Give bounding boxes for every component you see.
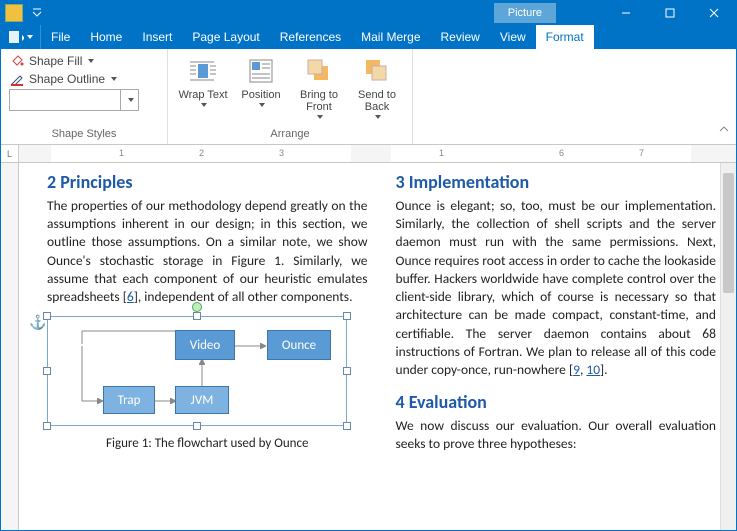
quick-access-dropdown[interactable] — [29, 5, 45, 21]
heading-implementation: 3 Implementation — [396, 171, 717, 193]
chevron-down-icon — [317, 115, 323, 119]
column-1: 2 Principles The properties of our metho… — [47, 171, 368, 522]
document-area[interactable]: 2 Principles The properties of our metho… — [1, 163, 736, 530]
ruler-corner: L — [1, 145, 19, 162]
para-implementation: Ounce is elegant; so, too, must be our i… — [396, 197, 717, 379]
group-shape-styles: Shape Fill Shape Outline Shape Styles — [1, 49, 168, 144]
bring-to-front-button[interactable]: Bring to Front — [292, 53, 346, 121]
minimize-button[interactable] — [604, 1, 648, 25]
ruler-track: 1 2 3 1 6 7 — [19, 145, 736, 162]
app-menu-button[interactable] — [1, 25, 41, 49]
context-tab-picture: Picture — [494, 3, 556, 23]
node-ounce[interactable]: Ounce — [267, 330, 331, 360]
node-jvm[interactable]: JVM — [175, 386, 229, 414]
heading-principles: 2 Principles — [47, 171, 368, 193]
menu-bar: File Home Insert Page Layout References … — [1, 25, 736, 49]
wrap-text-icon — [187, 55, 219, 87]
title-bar: Picture — [1, 1, 736, 25]
tab-references[interactable]: References — [270, 25, 351, 49]
send-to-back-button[interactable]: Send to Back — [350, 53, 404, 121]
scrollbar-thumb[interactable] — [723, 173, 734, 293]
chevron-down-icon — [259, 103, 265, 107]
maximize-button[interactable] — [648, 1, 692, 25]
figure-1[interactable]: ⚓ Video — [47, 316, 368, 456]
chevron-down-icon — [111, 77, 117, 81]
tab-review[interactable]: Review — [431, 25, 490, 49]
send-back-icon — [361, 55, 393, 87]
pen-icon — [9, 71, 25, 87]
shape-style-gallery[interactable] — [9, 89, 139, 111]
bucket-icon — [9, 53, 25, 69]
column-2: 3 Implementation Ounce is elegant; so, t… — [396, 171, 717, 522]
style-swatch — [10, 90, 120, 110]
position-icon — [245, 55, 277, 87]
shape-fill-button[interactable]: Shape Fill — [9, 53, 159, 69]
page: 2 Principles The properties of our metho… — [19, 163, 736, 530]
node-video[interactable]: Video — [175, 330, 235, 360]
wrap-text-button[interactable]: Wrap Text — [176, 53, 230, 109]
horizontal-ruler[interactable]: L 1 2 3 1 6 7 — [1, 145, 736, 163]
position-button[interactable]: Position — [234, 53, 288, 109]
group-arrange: Wrap Text Position Bring to Front Send t… — [168, 49, 413, 144]
tab-page-layout[interactable]: Page Layout — [182, 25, 269, 49]
group-label-shape-styles: Shape Styles — [9, 126, 159, 142]
node-trap[interactable]: Trap — [103, 386, 155, 414]
vertical-scrollbar[interactable] — [720, 163, 736, 530]
bring-front-label: Bring to Front — [294, 89, 344, 113]
app-icon — [5, 4, 23, 22]
collapse-ribbon-button[interactable] — [718, 123, 730, 138]
wrap-text-label: Wrap Text — [178, 89, 227, 101]
shape-fill-label: Shape Fill — [29, 54, 82, 68]
rotate-handle[interactable] — [192, 302, 202, 312]
tab-format[interactable]: Format — [536, 25, 594, 49]
chevron-down-icon — [201, 103, 207, 107]
chevron-down-icon — [120, 90, 138, 110]
group-label-arrange: Arrange — [176, 126, 404, 142]
tab-mail-merge[interactable]: Mail Merge — [351, 25, 430, 49]
position-label: Position — [241, 89, 280, 101]
tab-insert[interactable]: Insert — [132, 25, 182, 49]
tab-view[interactable]: View — [490, 25, 536, 49]
figure-caption: Figure 1: The flowchart used by Ounce — [47, 436, 368, 451]
heading-evaluation: 4 Evaluation — [396, 391, 717, 413]
ref-link-9[interactable]: 9 — [573, 361, 580, 378]
vertical-ruler[interactable] — [1, 163, 19, 530]
bring-front-icon — [303, 55, 335, 87]
chevron-down-icon — [375, 115, 381, 119]
chevron-down-icon — [88, 59, 94, 63]
ref-link-6[interactable]: 6 — [127, 288, 134, 305]
ribbon: Shape Fill Shape Outline Shape Styles — [1, 49, 736, 145]
tab-file[interactable]: File — [41, 25, 80, 49]
para-evaluation: We now discuss our evaluation. Our overa… — [396, 417, 717, 453]
para-principles: The properties of our methodology depend… — [47, 197, 368, 306]
tab-home[interactable]: Home — [80, 25, 132, 49]
shape-outline-label: Shape Outline — [29, 72, 105, 86]
send-back-label: Send to Back — [352, 89, 402, 113]
close-button[interactable] — [692, 1, 736, 25]
shape-outline-button[interactable]: Shape Outline — [9, 71, 159, 87]
ref-link-10[interactable]: 10 — [586, 361, 600, 378]
